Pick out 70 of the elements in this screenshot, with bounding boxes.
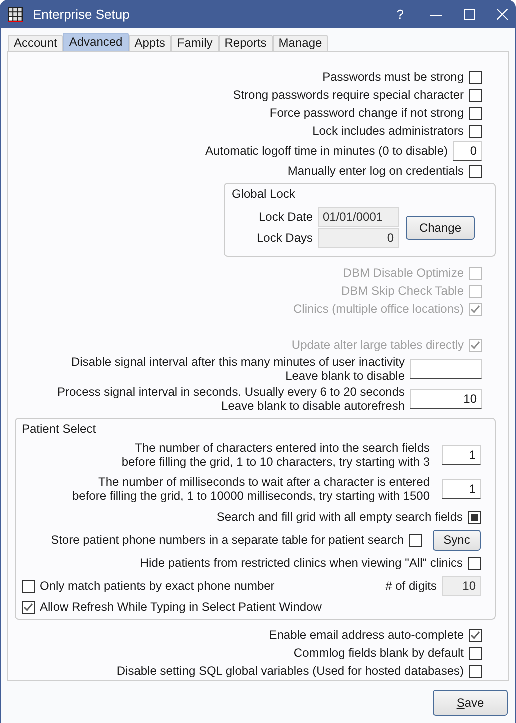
number-field[interactable]: [410, 359, 482, 379]
tab[interactable]: Family: [171, 35, 219, 51]
field-label: Lock Date: [258, 209, 313, 226]
field-label: before filling the grid, 1 to 10000 milliseconds, try starting with 1500: [72, 489, 430, 503]
checkbox-label: Hide patients from restricted clinics when viewing "All" clinics: [140, 555, 463, 572]
checkbox[interactable]: [469, 106, 482, 120]
checkmark-icon: [470, 340, 481, 350]
checkbox[interactable]: [469, 164, 482, 178]
window-title: Enterprise Setup: [33, 6, 130, 24]
change-button[interactable]: Change: [406, 216, 475, 240]
checkbox-label: Lock includes administrators: [312, 123, 464, 140]
checkbox-label: Disable setting SQL global variables (Used for hosted databases): [116, 663, 464, 680]
checkmark-icon: [470, 304, 481, 314]
save-button[interactable]: Save: [433, 690, 508, 716]
checkbox-label: Enable email address auto-complete: [269, 627, 464, 644]
checkbox[interactable]: [22, 580, 35, 592]
field-label: Automatic logoff time in minutes (0 to disable): [205, 143, 448, 160]
checkbox-label: Commlog fields blank by default: [294, 645, 464, 662]
checkmark-icon: [470, 630, 481, 640]
app-grid-icon: [8, 7, 23, 22]
checkbox-label: Passwords must be strong: [322, 69, 464, 86]
field-label: Disable signal interval after this many minutes of user inactivity: [72, 355, 405, 369]
maximize-icon[interactable]: [464, 9, 475, 20]
number-field[interactable]: 0: [318, 228, 399, 248]
checkbox-label: Only match patients by exact phone number: [40, 578, 275, 595]
number-field[interactable]: 10: [442, 576, 481, 596]
number-field[interactable]: 0: [453, 141, 482, 161]
tab[interactable]: Reports: [218, 35, 273, 51]
group-title: Patient Select: [22, 422, 96, 436]
checkbox[interactable]: [469, 664, 482, 678]
field-label: The number of characters entered into the search fields: [135, 441, 430, 455]
tab[interactable]: Account: [8, 35, 64, 51]
close-icon[interactable]: [497, 9, 508, 20]
checkbox-label: Manually enter log on credentials: [288, 163, 464, 180]
sync-button[interactable]: Sync: [433, 530, 481, 550]
checkmark-icon: [23, 602, 34, 612]
checkbox[interactable]: [469, 628, 482, 642]
tab[interactable]: Advanced: [63, 33, 129, 51]
number-field[interactable]: 1: [442, 479, 481, 499]
checkbox-label: Store patient phone numbers in a separate table for patient search: [51, 532, 404, 549]
checkbox[interactable]: [469, 646, 482, 660]
field-label: Leave blank to disable: [286, 369, 405, 383]
checkbox[interactable]: [22, 600, 35, 614]
checkbox[interactable]: [409, 534, 422, 546]
field-label: # of digits: [386, 578, 437, 595]
checkbox-label: Strong passwords require special character: [233, 87, 464, 104]
checkbox-label: Force password change if not strong: [270, 105, 464, 122]
tab[interactable]: Appts: [128, 35, 172, 51]
checkbox-label: DBM Skip Check Table: [342, 283, 464, 300]
help-button[interactable]: ?: [396, 4, 404, 24]
field-label: Lock Days: [256, 230, 313, 247]
field-label: The number of milliseconds to wait after a character is entered: [98, 475, 430, 489]
date-field[interactable]: 01/01/0001: [318, 207, 399, 227]
checkbox-label: Update alter large tables directly: [292, 337, 464, 354]
checkbox[interactable]: [469, 88, 482, 102]
group-title: Global Lock: [232, 187, 296, 201]
checkbox[interactable]: [469, 70, 482, 84]
field-label: Leave blank to disable autorefresh: [222, 399, 405, 413]
checkbox[interactable]: [468, 556, 481, 570]
checkbox[interactable]: [468, 510, 481, 524]
checkbox-label: DBM Disable Optimize: [343, 265, 464, 282]
tab[interactable]: Manage: [272, 35, 328, 51]
checkbox[interactable]: [469, 124, 482, 138]
field-label: before filling the grid, 1 to 10 characters, try starting with 3: [122, 455, 430, 469]
checkbox-label: Search and fill grid with all empty search fields: [216, 509, 463, 526]
field-label: Process signal interval in seconds. Usually every 6 to 20 seconds: [57, 385, 405, 399]
number-field[interactable]: 10: [410, 389, 482, 409]
checkbox-label: Allow Refresh While Typing in Select Patient Window: [40, 599, 322, 616]
number-field[interactable]: 1: [442, 445, 481, 465]
checkbox-label: Clinics (multiple office locations): [293, 301, 464, 318]
